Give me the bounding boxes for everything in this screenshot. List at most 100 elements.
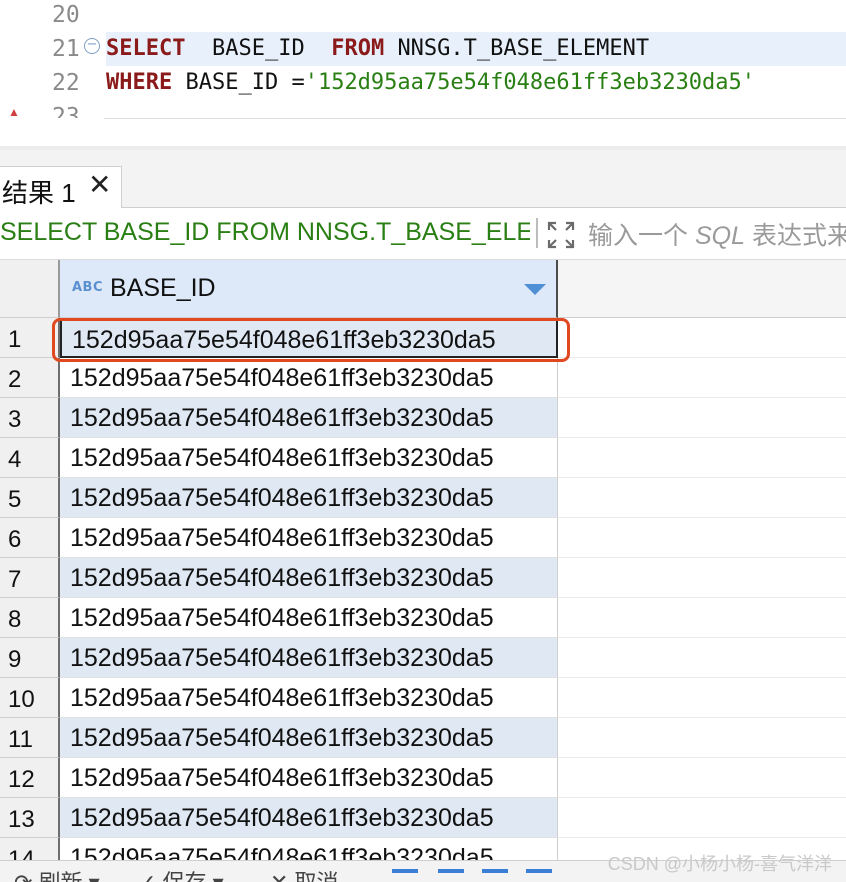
grid-rows: 1 152d95aa75e54f048e61ff3eb3230da5 2 152d95… bbox=[0, 318, 846, 860]
row-filler bbox=[558, 318, 846, 358]
row-number[interactable]: 5 bbox=[0, 478, 60, 518]
cancel-label: 取消 bbox=[295, 870, 339, 882]
save-button[interactable]: ✓ 保存 ▾ bbox=[138, 865, 224, 882]
tab-results-1[interactable]: 结果 1 ✕ bbox=[0, 166, 122, 208]
query-filter-bar: SELECT BASE_ID FROM NNSG.T_BASE_ELEMENT … bbox=[0, 208, 846, 260]
row-filler bbox=[558, 358, 846, 398]
row-number[interactable]: 3 bbox=[0, 398, 60, 438]
sql-keyword: WHERE bbox=[106, 70, 173, 95]
row-number[interactable]: 1 bbox=[0, 318, 60, 358]
column-dropdown-icon[interactable] bbox=[524, 284, 546, 295]
sql-string-literal: '152d95aa75e54f048e61ff3eb3230da5' bbox=[304, 70, 756, 95]
table-row[interactable]: 4 152d95aa75e54f048e61ff3eb3230da5 bbox=[0, 438, 846, 478]
table-row[interactable]: 3 152d95aa75e54f048e61ff3eb3230da5 bbox=[0, 398, 846, 438]
sql-filter-input[interactable]: 输入一个 SQL 表达式来 bbox=[588, 216, 846, 252]
table-row[interactable]: 1 152d95aa75e54f048e61ff3eb3230da5 bbox=[0, 318, 846, 358]
table-cell-base-id[interactable]: 152d95aa75e54f048e61ff3eb3230da5 bbox=[60, 838, 558, 860]
row-number[interactable]: 13 bbox=[0, 798, 60, 838]
row-filler bbox=[558, 758, 846, 798]
row-number[interactable]: 7 bbox=[0, 558, 60, 598]
expand-icon[interactable] bbox=[546, 220, 576, 250]
sql-keyword: SELECT bbox=[106, 36, 186, 61]
table-cell-base-id[interactable]: 152d95aa75e54f048e61ff3eb3230da5 bbox=[60, 438, 558, 478]
table-cell-base-id[interactable]: 152d95aa75e54f048e61ff3eb3230da5 bbox=[60, 358, 558, 398]
close-icon[interactable]: ✕ bbox=[88, 171, 111, 199]
line-number: 20 bbox=[52, 2, 80, 28]
editor-divider bbox=[104, 118, 846, 119]
line-number: 21 bbox=[52, 36, 80, 62]
table-row[interactable]: 9 152d95aa75e54f048e61ff3eb3230da5 bbox=[0, 638, 846, 678]
line-number-gutter: 20 21 − 22 23 ▲ bbox=[0, 0, 104, 118]
code-line-select[interactable]: SELECT BASE_ID FROM NNSG.T_BASE_ELEMENT bbox=[106, 32, 846, 66]
table-row[interactable]: 5 152d95aa75e54f048e61ff3eb3230da5 bbox=[0, 478, 846, 518]
warning-marker-icon: ▲ bbox=[8, 108, 20, 116]
row-number[interactable]: 11 bbox=[0, 718, 60, 758]
table-row[interactable]: 2 152d95aa75e54f048e61ff3eb3230da5 bbox=[0, 358, 846, 398]
divider bbox=[536, 218, 538, 248]
row-filler bbox=[558, 518, 846, 558]
tab-label: 结果 1 bbox=[2, 178, 76, 208]
sql-table: NNSG.T_BASE_ELEMENT bbox=[397, 36, 650, 61]
row-number[interactable]: 4 bbox=[0, 438, 60, 478]
watermark-text: CSDN @小杨小杨-喜气洋洋 bbox=[607, 854, 832, 874]
table-cell-base-id[interactable]: 152d95aa75e54f048e61ff3eb3230da5 bbox=[60, 558, 558, 598]
row-number[interactable]: 12 bbox=[0, 758, 60, 798]
row-filler bbox=[558, 798, 846, 838]
row-filler bbox=[558, 598, 846, 638]
table-cell-base-id[interactable]: 152d95aa75e54f048e61ff3eb3230da5 bbox=[60, 678, 558, 718]
align-icon[interactable] bbox=[438, 869, 464, 873]
row-filler bbox=[558, 638, 846, 678]
save-label: 保存 bbox=[163, 870, 207, 882]
cancel-button[interactable]: ✕ 取消 bbox=[270, 865, 339, 882]
row-number[interactable]: 14 bbox=[0, 838, 60, 860]
row-number[interactable]: 9 bbox=[0, 638, 60, 678]
row-filler bbox=[558, 558, 846, 598]
table-row[interactable]: 10 152d95aa75e54f048e61ff3eb3230da5 bbox=[0, 678, 846, 718]
row-number[interactable]: 6 bbox=[0, 518, 60, 558]
align-icon[interactable] bbox=[526, 869, 552, 873]
sql-column: BASE_ID bbox=[211, 36, 305, 61]
column-header-base-id[interactable]: ABC BASE_ID bbox=[60, 260, 558, 318]
executed-query-text: SELECT BASE_ID FROM NNSG.T_BASE_ELEMENT bbox=[0, 218, 530, 246]
table-cell-base-id[interactable]: 152d95aa75e54f048e61ff3eb3230da5 bbox=[60, 718, 558, 758]
result-grid: ABC BASE_ID 1 152d95aa75e54f048e61ff3eb32… bbox=[0, 260, 846, 860]
row-filler bbox=[558, 718, 846, 758]
table-cell-base-id[interactable]: 152d95aa75e54f048e61ff3eb3230da5 bbox=[60, 598, 558, 638]
table-cell-base-id[interactable]: 152d95aa75e54f048e61ff3eb3230da5 bbox=[60, 318, 558, 358]
table-row[interactable]: 13 152d95aa75e54f048e61ff3eb3230da5 bbox=[0, 798, 846, 838]
table-cell-base-id[interactable]: 152d95aa75e54f048e61ff3eb3230da5 bbox=[60, 758, 558, 798]
sql-keyword: FROM bbox=[331, 36, 385, 61]
row-number[interactable]: 10 bbox=[0, 678, 60, 718]
table-cell-base-id[interactable]: 152d95aa75e54f048e61ff3eb3230da5 bbox=[60, 638, 558, 678]
filter-placeholder-prefix: 输入一个 bbox=[588, 222, 689, 250]
row-number[interactable]: 8 bbox=[0, 598, 60, 638]
row-filler bbox=[558, 398, 846, 438]
align-icon[interactable] bbox=[392, 869, 418, 873]
table-cell-base-id[interactable]: 152d95aa75e54f048e61ff3eb3230da5 bbox=[60, 398, 558, 438]
table-cell-base-id[interactable]: 152d95aa75e54f048e61ff3eb3230da5 bbox=[60, 798, 558, 838]
code-line-where[interactable]: WHERE BASE_ID ='152d95aa75e54f048e61ff3e… bbox=[106, 66, 755, 100]
sql-editor[interactable]: 20 21 − 22 23 ▲ SELECT BASE_ID FROM NNSG… bbox=[0, 0, 846, 150]
table-row[interactable]: 6 152d95aa75e54f048e61ff3eb3230da5 bbox=[0, 518, 846, 558]
column-title: BASE_ID bbox=[110, 274, 216, 302]
table-row[interactable]: 11 152d95aa75e54f048e61ff3eb3230da5 bbox=[0, 718, 846, 758]
table-row[interactable]: 8 152d95aa75e54f048e61ff3eb3230da5 bbox=[0, 598, 846, 638]
table-row[interactable]: 7 152d95aa75e54f048e61ff3eb3230da5 bbox=[0, 558, 846, 598]
sql-condition: BASE_ID = bbox=[185, 70, 305, 95]
grid-corner[interactable] bbox=[0, 260, 60, 318]
text-type-icon: ABC bbox=[72, 280, 104, 295]
align-icon[interactable] bbox=[482, 869, 508, 873]
header-filler bbox=[558, 260, 846, 318]
line-number: 23 bbox=[52, 104, 80, 118]
filter-placeholder-sql: SQL bbox=[694, 222, 745, 250]
table-row[interactable]: 12 152d95aa75e54f048e61ff3eb3230da5 bbox=[0, 758, 846, 798]
row-filler bbox=[558, 438, 846, 478]
fold-collapse-icon[interactable]: − bbox=[84, 38, 100, 54]
table-cell-base-id[interactable]: 152d95aa75e54f048e61ff3eb3230da5 bbox=[60, 518, 558, 558]
refresh-button[interactable]: ⟳ 刷新 ▾ bbox=[14, 865, 100, 882]
row-filler bbox=[558, 678, 846, 718]
row-number[interactable]: 2 bbox=[0, 358, 60, 398]
table-cell-base-id[interactable]: 152d95aa75e54f048e61ff3eb3230da5 bbox=[60, 478, 558, 518]
row-filler bbox=[558, 478, 846, 518]
filter-placeholder-suffix: 表达式来 bbox=[751, 222, 846, 250]
